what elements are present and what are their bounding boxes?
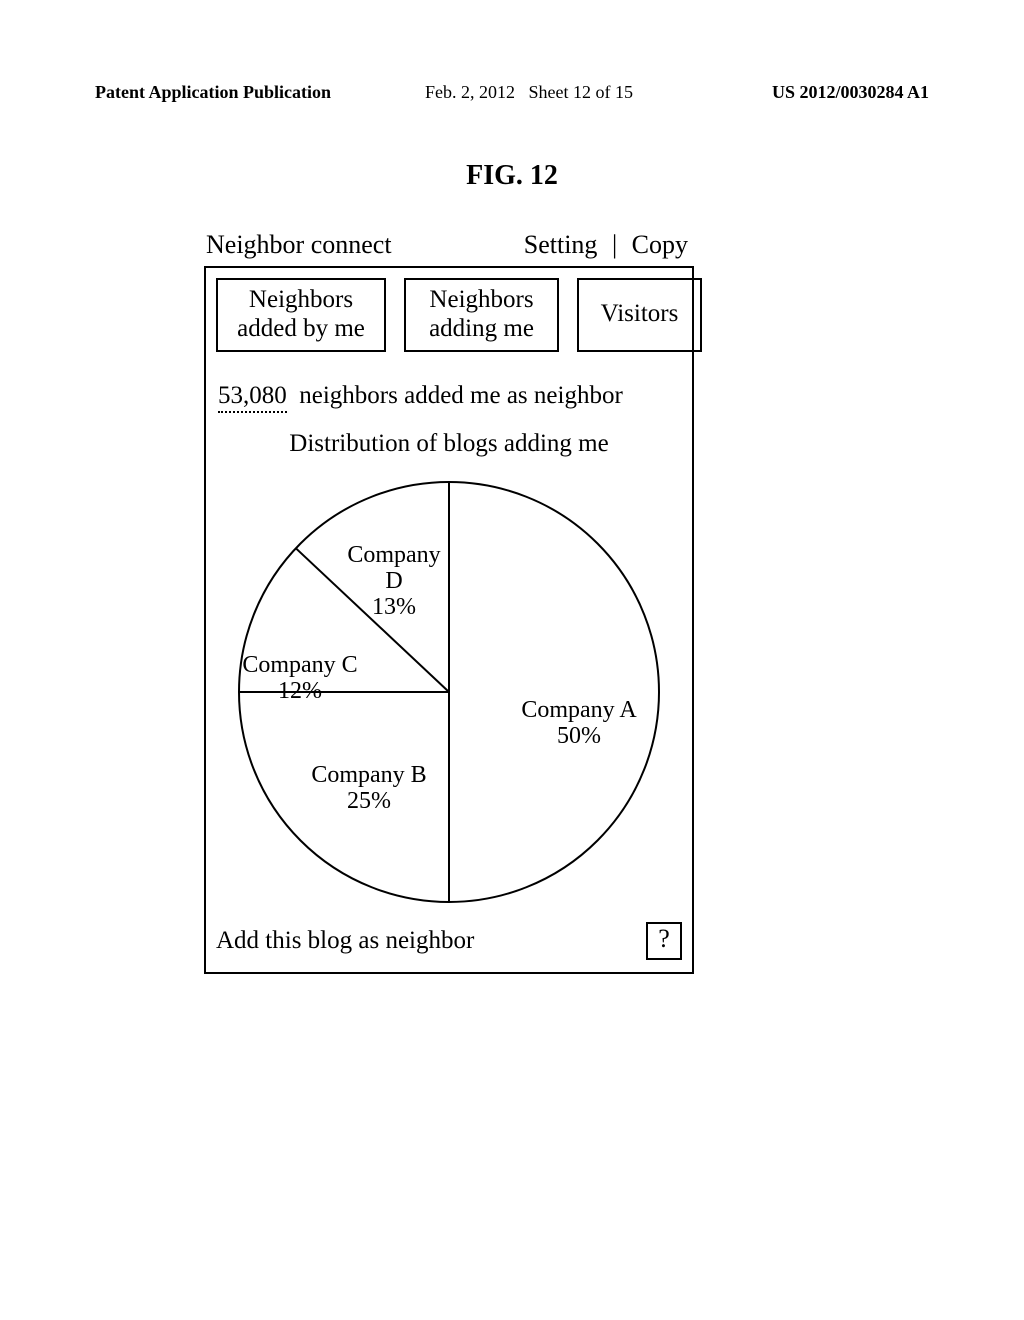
pie-label-company-b: Company B25%	[289, 762, 449, 815]
neighbor-count-value[interactable]: 53,080	[218, 382, 287, 413]
figure-title: FIG. 12	[0, 160, 1024, 192]
neighbor-count-suffix: neighbors added me as neighbor	[299, 382, 623, 409]
tabs-row: Neighbors added by me Neighbors adding m…	[216, 278, 682, 352]
patent-number: US 2012/0030284 A1	[772, 82, 929, 103]
tab-neighbors-adding-me[interactable]: Neighbors adding me	[404, 278, 559, 352]
tab-neighbors-added-by-me[interactable]: Neighbors added by me	[216, 278, 386, 352]
widget-header-links: Setting | Copy	[520, 230, 692, 260]
widget-title: Neighbor connect	[206, 230, 392, 260]
widget-body: Neighbors added by me Neighbors adding m…	[204, 266, 694, 974]
widget-header: Neighbor connect Setting | Copy	[204, 230, 694, 266]
copy-link[interactable]: Copy	[628, 230, 692, 259]
divider-icon: |	[608, 230, 621, 259]
setting-link[interactable]: Setting	[520, 230, 602, 259]
pie-label-company-a: Company A50%	[499, 697, 659, 750]
help-button[interactable]: ?	[646, 922, 682, 960]
pie-label-company-c: Company C12%	[225, 652, 375, 705]
add-neighbor-link[interactable]: Add this blog as neighbor	[216, 927, 474, 955]
pie-label-company-d: CompanyD13%	[324, 542, 464, 621]
neighbor-count-line: 53,080 neighbors added me as neighbor	[216, 382, 682, 410]
neighbor-connect-widget: Neighbor connect Setting | Copy Neighbor…	[204, 230, 694, 974]
page-header: Patent Application Publication Feb. 2, 2…	[95, 82, 929, 103]
sheet-number: Sheet 12 of 15	[529, 82, 633, 102]
widget-footer: Add this blog as neighbor ?	[216, 922, 682, 960]
publication-date: Feb. 2, 2012	[425, 82, 515, 102]
date-sheet: Feb. 2, 2012 Sheet 12 of 15	[425, 82, 633, 103]
publication-label: Patent Application Publication	[95, 82, 331, 102]
distribution-title: Distribution of blogs adding me	[216, 430, 682, 458]
tab-visitors[interactable]: Visitors	[577, 278, 702, 352]
pie-chart: Company A50% Company B25% Company C12% C…	[229, 472, 669, 912]
